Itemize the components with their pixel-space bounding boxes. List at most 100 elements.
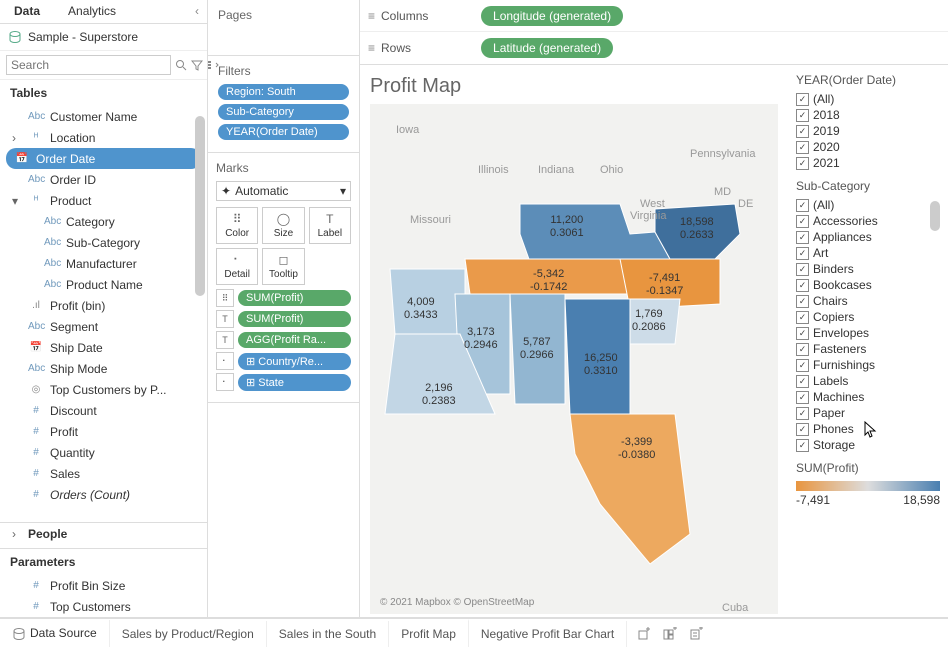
state-value-label: 2,1960.2383	[422, 382, 456, 408]
filter-pill[interactable]: YEAR(Order Date)	[218, 124, 349, 140]
mark-pill[interactable]: ⠂⊞ State	[216, 373, 351, 391]
bg-state-label: Virginia	[630, 210, 667, 222]
new-story-icon[interactable]	[687, 625, 705, 643]
field-item[interactable]: AbcSegment	[0, 316, 207, 337]
columns-shelf[interactable]: ≡ Columns Longitude (generated)	[360, 0, 948, 32]
scrollbar[interactable]	[195, 116, 205, 296]
mark-pill[interactable]: TAGG(Profit Ra...	[216, 331, 351, 349]
parameter-item[interactable]: #Top Customers	[0, 596, 207, 617]
filter-pill[interactable]: Sub-Category	[218, 104, 349, 120]
field-item[interactable]: #Sales	[0, 463, 207, 484]
subcat-filter-item[interactable]: ✓Appliances	[796, 229, 940, 245]
subcat-filter-item[interactable]: ✓Envelopes	[796, 325, 940, 341]
year-filter-item[interactable]: ✓2018	[796, 107, 940, 123]
field-item[interactable]: ›ᴴLocation	[0, 127, 207, 148]
right-filters: YEAR(Order Date) ✓(All)✓2018✓2019✓2020✓2…	[788, 65, 948, 624]
tab-sheet[interactable]: Sales by Product/Region	[110, 621, 267, 647]
filter-icon[interactable]	[191, 56, 203, 74]
mark-detail-button[interactable]: ⠂Detail	[216, 248, 258, 285]
mark-pill[interactable]: ⠿SUM(Profit)	[216, 289, 351, 307]
subcat-filter-item[interactable]: ✓Furnishings	[796, 357, 940, 373]
field-item[interactable]: AbcCustomer Name	[0, 106, 207, 127]
map-canvas[interactable]: © 2021 Mapbox © OpenStreetMap IowaIllino…	[370, 104, 778, 614]
field-item[interactable]: #Orders (Count)	[0, 484, 207, 505]
subcat-filter-item[interactable]: ✓Binders	[796, 261, 940, 277]
tab-sheet[interactable]: Negative Profit Bar Chart	[469, 621, 627, 647]
year-filter-item[interactable]: ✓2019	[796, 123, 940, 139]
parameter-item[interactable]: #Profit Bin Size	[0, 575, 207, 596]
field-item[interactable]: ◎Top Customers by P...	[0, 379, 207, 400]
field-label: Top Customers by P...	[50, 383, 167, 397]
checkbox-icon: ✓	[796, 279, 809, 292]
tab-sheet[interactable]: Sales in the South	[267, 621, 389, 647]
checkbox-icon: ✓	[796, 199, 809, 212]
subcat-filter-item[interactable]: ✓Accessories	[796, 213, 940, 229]
mark-label-button[interactable]: TLabel	[309, 207, 351, 244]
subcat-filter-item[interactable]: ✓Machines	[796, 389, 940, 405]
subcat-filter-item[interactable]: ✓Bookcases	[796, 277, 940, 293]
tab-analytics[interactable]: Analytics	[54, 0, 130, 23]
field-item[interactable]: 📅Ship Date	[0, 337, 207, 358]
year-filter-item[interactable]: ✓2021	[796, 155, 940, 171]
filter-pill[interactable]: Region: South	[218, 84, 349, 100]
field-item[interactable]: AbcSub-Category	[0, 232, 207, 253]
new-dashboard-icon[interactable]	[661, 625, 679, 643]
field-item[interactable]: ▾ᴴProduct	[0, 190, 207, 211]
columns-pill[interactable]: Longitude (generated)	[481, 6, 623, 26]
mark-color-button[interactable]: ⠿Color	[216, 207, 258, 244]
subcat-filter-item[interactable]: ✓Storage	[796, 437, 940, 453]
subcat-filter-item[interactable]: ✓Paper	[796, 405, 940, 421]
mark-pill[interactable]: ⠂⊞ Country/Re...	[216, 352, 351, 370]
field-item[interactable]: AbcCategory	[0, 211, 207, 232]
map-attribution: © 2021 Mapbox © OpenStreetMap	[380, 597, 534, 608]
field-item[interactable]: AbcManufacturer	[0, 253, 207, 274]
subcat-filter-item[interactable]: ✓Fasteners	[796, 341, 940, 357]
field-item[interactable]: #Quantity	[0, 442, 207, 463]
bg-state-label: West	[640, 198, 665, 210]
field-item[interactable]: AbcShip Mode	[0, 358, 207, 379]
rows-shelf[interactable]: ≡ Rows Latitude (generated)	[360, 32, 948, 64]
field-item[interactable]: 📅Order Date	[6, 148, 201, 169]
rows-pill[interactable]: Latitude (generated)	[481, 38, 613, 58]
mark-pill-icon: T	[216, 331, 234, 349]
tab-data[interactable]: Data	[0, 0, 54, 23]
field-label: Ship Date	[50, 341, 103, 355]
pages-shelf[interactable]: Pages	[208, 0, 359, 56]
subcat-filter-item[interactable]: ✓Labels	[796, 373, 940, 389]
mark-size-button[interactable]: ◯Size	[262, 207, 304, 244]
parameters-header: Parameters	[0, 549, 207, 575]
subcat-filter-item[interactable]: ✓Chairs	[796, 293, 940, 309]
year-filter-item[interactable]: ✓(All)	[796, 91, 940, 107]
subcat-filter-item[interactable]: ✓(All)	[796, 197, 940, 213]
datasource-row[interactable]: Sample - Superstore	[0, 24, 207, 51]
search-input[interactable]	[6, 55, 171, 75]
field-item[interactable]: AbcOrder ID	[0, 169, 207, 190]
checkbox-icon: ✓	[796, 109, 809, 122]
chevron-down-icon: ▾	[340, 184, 346, 198]
mark-pill-icon: T	[216, 310, 234, 328]
tab-datasource[interactable]: Data Source	[0, 620, 110, 647]
new-worksheet-icon[interactable]	[635, 625, 653, 643]
viz-pane: ≡ Columns Longitude (generated) ≡ Rows L…	[360, 0, 948, 617]
mark-tooltip-button[interactable]: ◻Tooltip	[262, 248, 304, 285]
subcat-filter-item[interactable]: ✓Copiers	[796, 309, 940, 325]
search-icon[interactable]	[175, 56, 187, 74]
field-item[interactable]: AbcProduct Name	[0, 274, 207, 295]
rows-icon: ≡	[368, 41, 375, 55]
checkbox-icon: ✓	[796, 247, 809, 260]
people-header[interactable]: › People	[0, 523, 207, 544]
field-item[interactable]: #Profit	[0, 421, 207, 442]
field-item[interactable]: #Discount	[0, 400, 207, 421]
collapse-icon[interactable]: ‹	[187, 0, 207, 23]
state-value-label: -5,342-0.1742	[530, 268, 567, 294]
field-label: Profit (bin)	[50, 299, 105, 313]
bg-state-label: Indiana	[538, 164, 574, 176]
field-item[interactable]: .ılProfit (bin)	[0, 295, 207, 316]
filters-shelf[interactable]: Filters Region: SouthSub-CategoryYEAR(Or…	[208, 56, 359, 153]
mark-pill[interactable]: TSUM(Profit)	[216, 310, 351, 328]
scrollbar[interactable]	[930, 201, 940, 231]
checkbox-icon: ✓	[796, 141, 809, 154]
subcat-filter-item[interactable]: ✓Art	[796, 245, 940, 261]
marks-type-select[interactable]: ✦Automatic ▾	[216, 181, 351, 201]
year-filter-item[interactable]: ✓2020	[796, 139, 940, 155]
